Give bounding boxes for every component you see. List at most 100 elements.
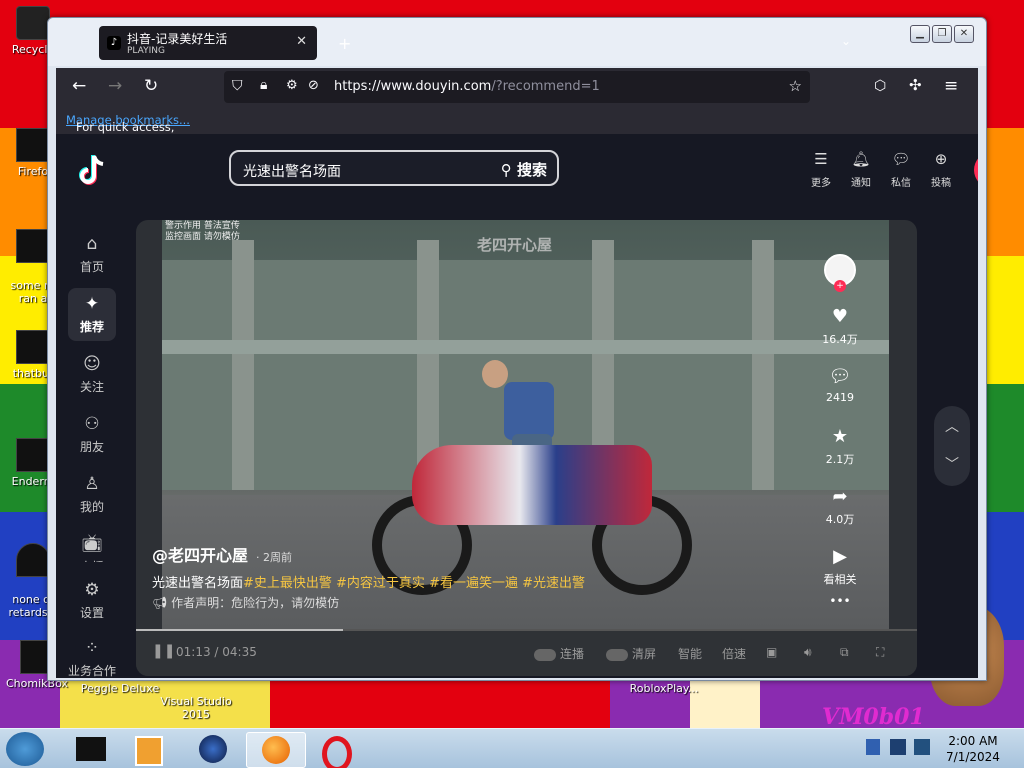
web-fullscreen-icon[interactable]: ⧉ — [840, 645, 849, 660]
tray-flag-icon[interactable] — [866, 739, 880, 755]
lock-icon[interactable]: 🔒︎ — [260, 77, 267, 93]
quality-button[interactable]: 智能 — [678, 645, 702, 662]
top-action-more[interactable]: ☰ 更多 — [804, 150, 838, 189]
desktop-icon-peggle[interactable]: Peggle Deluxe — [80, 682, 160, 695]
video-author[interactable]: @老四开心屋 · 2周前 — [152, 542, 292, 566]
author-name[interactable]: @老四开心屋 — [152, 546, 248, 565]
video-frame[interactable]: 老四开心屋 警示作用 普法宣传 监控画面 请勿模仿 — [162, 220, 889, 630]
author-avatar[interactable]: + — [816, 254, 864, 292]
live-icon: 📺︎ — [81, 534, 103, 554]
tab-douyin[interactable]: ♪ 抖音-记录美好生活 PLAYING ✕ — [99, 26, 317, 60]
login-button[interactable]: 登录 — [974, 152, 978, 188]
search-box[interactable]: 光速出警名场面 ⚲ 搜索 — [229, 150, 559, 186]
sidebar-item-settings[interactable]: ⚙ 设置 — [68, 580, 116, 621]
sidebar-item-label: 业务合作 — [67, 664, 116, 678]
system-clock[interactable]: 2:00 AM 7/1/2024 — [940, 733, 1006, 765]
taskbar-app-media-player[interactable] — [124, 732, 174, 766]
tab-title: 抖音-记录美好生活 — [127, 32, 228, 46]
follow-plus-icon[interactable]: + — [834, 280, 846, 292]
desktop-icon-visual-studio[interactable]: Visual Studio 2015 — [158, 682, 234, 721]
taskbar-app-terminal[interactable] — [66, 732, 116, 766]
volume-icon[interactable]: 🔊︎ — [804, 645, 812, 660]
more-button[interactable]: ••• — [816, 594, 864, 608]
star-icon: ★ — [831, 426, 849, 447]
search-input[interactable]: 光速出警名场面 — [243, 161, 341, 181]
shield-icon[interactable]: ⛉ — [232, 78, 243, 94]
reload-button[interactable]: ↻ — [144, 76, 158, 96]
pocket-icon[interactable]: ⬡ — [874, 78, 886, 94]
autoplay-toggle[interactable]: 连播 — [534, 645, 584, 662]
maximize-button[interactable]: ❐ — [932, 25, 952, 43]
comment-button[interactable]: 💬︎ 2419 — [816, 366, 864, 404]
toggle-switch[interactable] — [534, 648, 556, 661]
url-path: /?recommend=1 — [491, 79, 600, 94]
douyin-page: 光速出警名场面 ⚲ 搜索 ☰ 更多 🔔︎ 通知 💬︎ 私信 ⊕ 投稿 登录 ⌂ 首页 ✦ 推… — [56, 134, 978, 678]
globe-icon — [199, 735, 227, 763]
related-button[interactable]: ▶ 看相关 — [816, 546, 864, 587]
permissions-icon[interactable]: ⚙ — [286, 78, 298, 93]
sidebar-item-home[interactable]: ⌂ 首页 — [68, 234, 116, 275]
desktop-icon-label: Firefo — [17, 165, 49, 178]
sidebar-item-follow[interactable]: ☺ 关注 — [68, 354, 116, 395]
top-action-messages[interactable]: 💬︎ 私信 — [884, 150, 918, 189]
start-button[interactable] — [6, 732, 44, 766]
close-window-button[interactable]: ✕ — [954, 25, 974, 43]
bookmark-star-icon[interactable]: ☆ — [789, 77, 802, 95]
top-action-label: 投稿 — [931, 178, 951, 189]
hashtags[interactable]: #史上最快出警 #内容过于真实 #看一遍笑一遍 #光速出警 — [243, 576, 585, 591]
top-action-upload[interactable]: ⊕ 投稿 — [924, 150, 958, 189]
play-circle-icon: ▶ — [833, 546, 847, 567]
favorite-button[interactable]: ★ 2.1万 — [816, 426, 864, 467]
forward-button[interactable]: → — [108, 76, 122, 96]
back-button[interactable]: ← — [72, 76, 86, 96]
clear-screen-toggle[interactable]: 清屏 — [606, 645, 656, 662]
tray-network-icon[interactable] — [890, 739, 906, 755]
title-bar: ♪ 抖音-记录美好生活 PLAYING ✕ + ⌄ ▁ ❐ ✕ — [48, 18, 986, 66]
douyin-logo-icon[interactable] — [78, 154, 108, 188]
firefox-icon — [16, 128, 50, 162]
autoplay-blocked-icon[interactable]: ⊘ — [308, 78, 319, 93]
share-button[interactable]: ➦ 4.0万 — [816, 486, 864, 527]
desktop-icon-roblox[interactable]: RobloxPlay... — [624, 682, 704, 695]
taskbar-app-globe[interactable] — [188, 732, 238, 766]
sidebar-item-live[interactable]: 📺︎ 直播 — [68, 534, 116, 562]
firefox-icon — [262, 736, 290, 764]
top-action-label: 通知 — [851, 178, 871, 189]
new-tab-button[interactable]: + — [338, 34, 351, 53]
sidebar-item-business[interactable]: ⁘ 业务合作 — [60, 638, 124, 678]
url-bar[interactable]: ⛉ 🔒︎ ⚙ ⊘ https://www.douyin.com/?recomme… — [224, 71, 810, 103]
taskbar-app-opera[interactable] — [312, 732, 362, 768]
media-player-icon — [135, 736, 163, 766]
taskbar: 2:00 AM 7/1/2024 — [0, 728, 1024, 768]
minimize-button[interactable]: ▁ — [910, 25, 930, 43]
sidebar-item-me[interactable]: ♙ 我的 — [68, 474, 116, 515]
sidebar-item-recommend[interactable]: ✦ 推荐 — [68, 288, 116, 341]
pause-button[interactable]: ❚❚ — [152, 643, 175, 659]
extensions-icon[interactable]: ✣ — [909, 76, 922, 94]
chevron-up-icon[interactable]: ︿ — [934, 416, 970, 436]
like-button[interactable]: ♥ 16.4万 — [816, 306, 864, 347]
top-action-notifications[interactable]: 🔔︎ 通知 — [844, 150, 878, 189]
post-time: · 2周前 — [256, 551, 293, 564]
player-controls: ❚❚ 01:13 / 04:35 连播 清屏 智能 倍速 ▣ 🔊︎ ⧉ ⛶ — [136, 631, 917, 676]
search-button[interactable]: ⚲ 搜索 — [501, 159, 547, 180]
url-text[interactable]: https://www.douyin.com/?recommend=1 — [334, 79, 600, 94]
taskbar-app-firefox[interactable] — [246, 732, 306, 768]
video-description: 光速出警名场面#史上最快出警 #内容过于真实 #看一遍笑一遍 #光速出警 — [152, 572, 585, 591]
toggle-switch[interactable] — [606, 648, 628, 661]
chevron-down-icon[interactable]: ⌄ — [841, 34, 851, 48]
tray-volume-icon[interactable] — [914, 739, 930, 755]
video-player[interactable]: 老四开心屋 警示作用 普法宣传 监控画面 请勿模仿 @老四开心屋 · 2周前 光速… — [136, 220, 917, 676]
tab-close-button[interactable]: ✕ — [296, 34, 307, 49]
sidebar-item-friends[interactable]: ⚇ 朋友 — [68, 414, 116, 455]
menu-icon[interactable]: ≡ — [944, 76, 958, 96]
pip-icon[interactable]: ▣ — [766, 645, 777, 659]
bell-icon: 🔔︎ — [851, 150, 871, 168]
fullscreen-icon[interactable]: ⛶ — [876, 645, 884, 660]
share-icon: ➦ — [832, 486, 848, 507]
speed-button[interactable]: 倍速 — [722, 645, 746, 662]
chevron-down-icon[interactable]: ﹀ — [934, 454, 970, 474]
recycle-bin-icon — [16, 6, 50, 40]
motorcycle — [372, 425, 692, 595]
browser-window: ♪ 抖音-记录美好生活 PLAYING ✕ + ⌄ ▁ ❐ ✕ ← → ↻ ⛉ … — [47, 17, 987, 681]
